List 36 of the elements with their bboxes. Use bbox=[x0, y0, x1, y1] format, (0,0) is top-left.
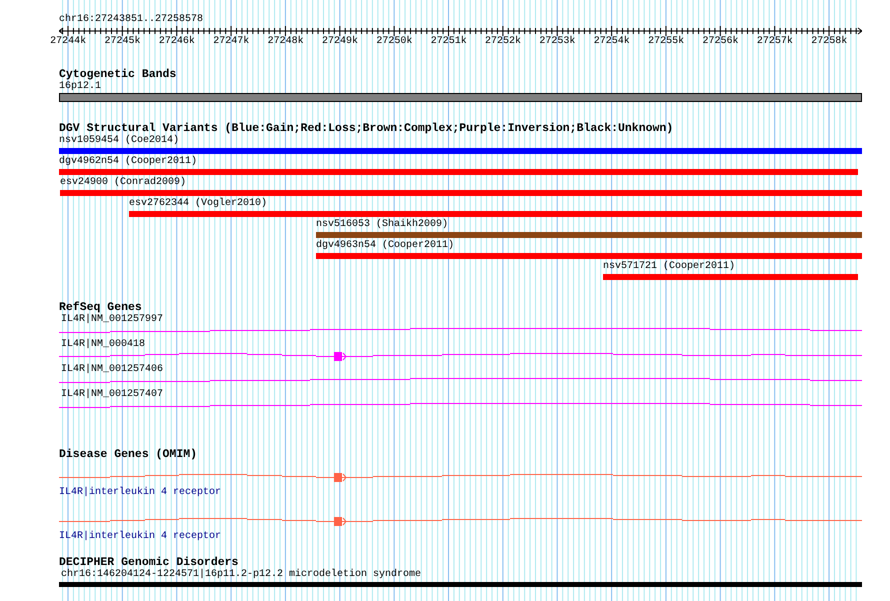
feature-label: nsv571721 (Cooper2011) bbox=[603, 261, 736, 273]
track-title: DECIPHER Genomic Disorders bbox=[59, 556, 238, 569]
feature-label: nsv516053 (Shaikh2009) bbox=[316, 219, 448, 231]
feature-label: 16p12.1 bbox=[59, 81, 102, 93]
tick-label: 27249k bbox=[322, 36, 358, 47]
feature-label: IL4R|NM_000418 bbox=[61, 339, 146, 351]
track-title: Cytogenetic Bands bbox=[59, 68, 176, 81]
location-label: chr16:27243851..27258578 bbox=[59, 14, 204, 26]
tick-label: 27252k bbox=[485, 36, 522, 47]
feature-label: dgv4963n54 (Cooper2011) bbox=[316, 240, 454, 252]
feature-label: IL4R|interleukin 4 receptor bbox=[59, 531, 222, 543]
tick-label: 27250k bbox=[376, 36, 412, 47]
track-title: Disease Genes (OMIM) bbox=[59, 448, 198, 461]
tick-label: 27253k bbox=[539, 36, 576, 47]
track-title: DGV Structural Variants (Blue:Gain;Red:Loss;Brown:Complex;Purple:Inversion;Black:Unknown) bbox=[59, 122, 674, 135]
tick-label: 27245k bbox=[104, 36, 141, 47]
tick-label: 27254k bbox=[594, 36, 630, 47]
tick-label: 27255k bbox=[648, 36, 684, 47]
tick-label: 27256k bbox=[702, 36, 738, 47]
tick-label: 27258k bbox=[811, 36, 848, 47]
feature-label: dgv4962n54 (Cooper2011) bbox=[59, 156, 198, 168]
feature-label: esv2762344 (Vogler2010) bbox=[129, 198, 268, 210]
feature-label: nsv1059454 (Coe2014) bbox=[59, 135, 180, 147]
feature-label: IL4R|interleukin 4 receptor bbox=[59, 487, 222, 499]
tick-label: 27257k bbox=[756, 36, 793, 47]
tick-label: 27247k bbox=[213, 36, 250, 47]
feature-label: chr16:146204124-1224571|16p11.2-p12.2 microdeletion syndrome bbox=[61, 569, 422, 581]
feature-label: esv24900 (Conrad2009) bbox=[60, 177, 186, 189]
tick-label: 27248k bbox=[268, 36, 304, 47]
feature-label: IL4R|NM_001257407 bbox=[61, 389, 164, 401]
tick-label: 27244k bbox=[50, 36, 86, 47]
feature-label: IL4R|NM_001257406 bbox=[61, 364, 164, 376]
tick-label: 27246k bbox=[158, 36, 195, 47]
tick-label: 27251k bbox=[430, 36, 467, 47]
feature-label: IL4R|NM_001257997 bbox=[61, 314, 164, 326]
track-title: RefSeq Genes bbox=[59, 301, 142, 314]
